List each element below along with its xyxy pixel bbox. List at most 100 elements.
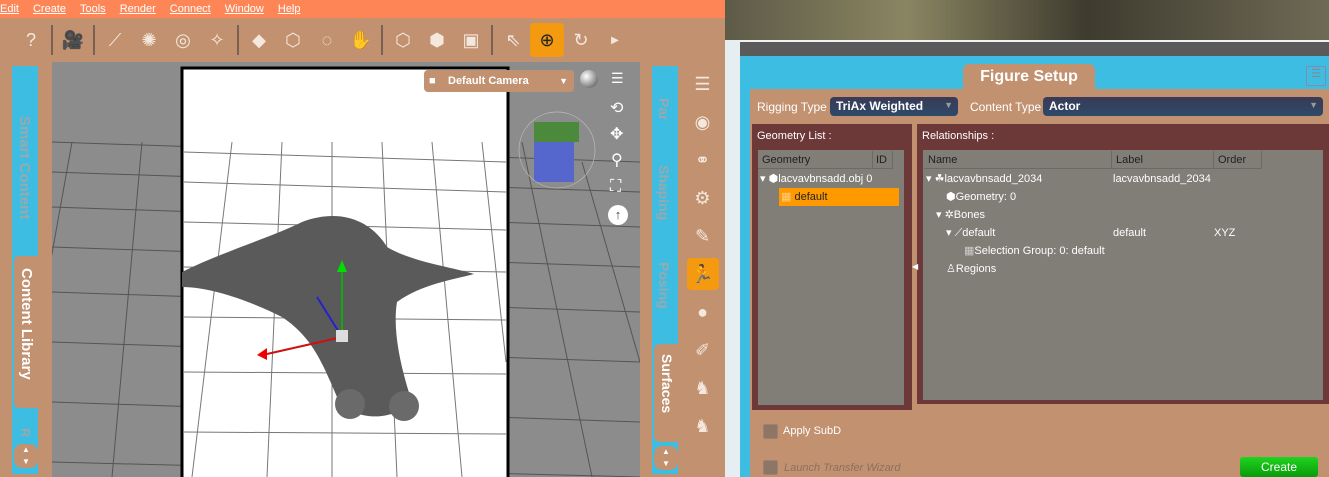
pane-options-icon[interactable]: ☰ xyxy=(1306,66,1326,86)
node-settings-icon[interactable]: ⚙ xyxy=(687,182,719,214)
tree-row-selection-group[interactable]: ▦Selection Group: 0: default xyxy=(964,242,1105,260)
pane-divider[interactable] xyxy=(725,40,740,477)
selection-group-icon: ▦ xyxy=(964,245,975,257)
pan-icon[interactable]: ✥ xyxy=(610,124,623,144)
rigging-type-dropdown[interactable]: TriAx Weighted ▼ xyxy=(830,97,958,116)
divider xyxy=(237,25,239,55)
tab-content-library[interactable]: Content Library xyxy=(14,256,38,408)
new-linear-light-icon[interactable]: ✧ xyxy=(200,23,234,57)
chevron-down-icon: ▼ xyxy=(1309,100,1318,110)
new-group-icon[interactable]: ◌ xyxy=(310,23,344,57)
new-camera-icon[interactable]: 🎥 xyxy=(56,23,90,57)
measure-icon[interactable]: ✐ xyxy=(687,334,719,366)
rigging-type-label: Rigging Type : xyxy=(757,100,834,114)
new-spot-light-icon[interactable]: ◎ xyxy=(166,23,200,57)
tab-label: Content Library xyxy=(18,268,35,380)
splitter-handle[interactable]: ◀ xyxy=(912,262,918,271)
column-header-label[interactable]: Label xyxy=(1112,151,1214,169)
tab-figure-setup[interactable]: Figure Setup xyxy=(963,64,1095,91)
new-point-light-icon[interactable]: ✺ xyxy=(132,23,166,57)
tree-row-bone[interactable]: ▾ ⟋default xyxy=(946,224,995,242)
row-label: default xyxy=(1113,227,1147,239)
orbit-icon[interactable]: ⟲ xyxy=(610,98,623,118)
tree-row-selected[interactable]: ▦ default xyxy=(779,188,899,206)
new-shader-icon[interactable]: ✋ xyxy=(344,23,378,57)
camera-label: Default Camera xyxy=(448,75,529,87)
node-weight-icon[interactable]: ⚭ xyxy=(687,144,719,176)
reset-view-icon[interactable]: ↑ xyxy=(608,205,628,225)
new-instance-icon[interactable]: ⬢ xyxy=(420,23,454,57)
transfer-icon[interactable]: ● xyxy=(687,296,719,328)
node-selection-tool-icon[interactable]: ⇖ xyxy=(496,23,530,57)
toolbar-more-icon[interactable]: ▶ xyxy=(598,23,632,57)
menu-tools[interactable]: Tools xyxy=(80,3,106,15)
row-name: lacvavbnsadd.obj xyxy=(778,173,864,185)
tree-row-geometry[interactable]: ⬢Geometry: 0 xyxy=(946,188,1016,206)
view-cube xyxy=(518,111,596,189)
draw-style-icon[interactable] xyxy=(580,70,598,88)
menu-bar: Edit Create Tools Render Connect Window … xyxy=(0,0,725,18)
figure-icon: ☘ xyxy=(934,173,945,185)
column-header-geometry[interactable]: Geometry xyxy=(758,151,873,169)
new-null-icon[interactable]: ⬡ xyxy=(276,23,310,57)
menu-help[interactable]: Help xyxy=(278,3,301,15)
tab-scroll-arrows[interactable]: ▲ ▼ xyxy=(14,444,38,468)
menu-connect[interactable]: Connect xyxy=(170,3,211,15)
launch-transfer-wizard-checkbox[interactable] xyxy=(763,460,778,475)
zoom-icon[interactable]: ⚲ xyxy=(611,150,623,170)
align-icon[interactable]: ☰ xyxy=(687,68,719,100)
menu-edit[interactable]: Edit xyxy=(0,3,19,15)
tree-row-regions[interactable]: ♙Regions xyxy=(946,260,996,278)
tab-scroll-arrows[interactable]: ▲ ▼ xyxy=(654,446,678,470)
deform-icon[interactable]: ♞ xyxy=(687,372,719,404)
viewport-options-icon[interactable]: ☰ xyxy=(611,70,624,87)
script-edit-icon[interactable]: ✎ xyxy=(687,220,719,252)
row-label: lacvavbnsadd_2034 xyxy=(1113,173,1211,185)
row-name: default xyxy=(962,227,996,239)
new-primitive-icon[interactable]: ◆ xyxy=(242,23,276,57)
joint-editor-icon[interactable]: ◉ xyxy=(687,106,719,138)
content-type-dropdown[interactable]: Actor ▼ xyxy=(1043,97,1323,116)
background-window-strip xyxy=(725,0,1329,40)
help-icon[interactable]: ? xyxy=(14,23,48,57)
apply-subd-checkbox[interactable] xyxy=(763,424,778,439)
geometry-list-label: Geometry List : xyxy=(757,130,832,142)
rotate-tool-icon[interactable]: ↻ xyxy=(564,23,598,57)
tree-row-figure[interactable]: ▾ ☘lacvavbnsadd_2034 xyxy=(926,170,1042,188)
tab-label: Surfaces xyxy=(659,354,675,414)
menu-window[interactable]: Window xyxy=(225,3,264,15)
deform-p-icon[interactable]: ♞ xyxy=(687,410,719,442)
tree-row[interactable]: ▾ ⬢lacvavbnsadd.obj 0 xyxy=(760,170,872,188)
menu-render[interactable]: Render xyxy=(120,3,156,15)
new-distant-light-icon[interactable]: ⟋ xyxy=(98,23,132,57)
viewport-scene xyxy=(52,66,640,477)
relationships-label: Relationships : xyxy=(922,130,995,142)
tree-row-bones[interactable]: ▾ ✲Bones xyxy=(936,206,985,224)
new-proxy-icon[interactable]: ▣ xyxy=(454,23,488,57)
menu-create[interactable]: Create xyxy=(33,3,66,15)
row-name: default xyxy=(794,191,828,203)
frame-icon[interactable]: ⛶ xyxy=(610,178,621,196)
column-header-order[interactable]: Order xyxy=(1214,151,1262,169)
tab-surfaces[interactable]: Surfaces xyxy=(654,344,678,442)
geometry-icon: ⬢ xyxy=(768,173,779,185)
new-node-icon[interactable]: ⬡ xyxy=(386,23,420,57)
apply-subd-label: Apply SubD xyxy=(783,425,842,437)
toolbar: ? 🎥 ⟋ ✺ ◎ ✧ ◆ ⬡ ◌ ✋ ⬡ ⬢ ▣ ⇖ ⊕ ↻ ▶ xyxy=(0,18,725,62)
column-header-name[interactable]: Name xyxy=(924,151,1112,169)
tab-r[interactable]: R xyxy=(18,428,33,437)
tab-parameters[interactable]: Par xyxy=(656,98,672,121)
camera-icon: ■ xyxy=(429,75,436,87)
column-header-id[interactable]: ID xyxy=(873,151,893,169)
camera-selector[interactable]: ■ Default Camera ▼ xyxy=(424,70,574,92)
row-name: Bones xyxy=(953,209,985,221)
create-button[interactable]: Create xyxy=(1240,457,1318,477)
universal-tool-icon[interactable]: ⊕ xyxy=(530,23,564,57)
tab-posing[interactable]: Posing xyxy=(656,262,672,309)
divider xyxy=(93,25,95,55)
tab-smart-content[interactable]: Smart Content xyxy=(16,116,33,219)
viewport[interactable] xyxy=(52,62,640,477)
divider xyxy=(51,25,53,55)
tab-shaping[interactable]: Shaping xyxy=(656,165,672,220)
figure-setup-tool-icon[interactable]: 🏃 xyxy=(686,258,719,290)
